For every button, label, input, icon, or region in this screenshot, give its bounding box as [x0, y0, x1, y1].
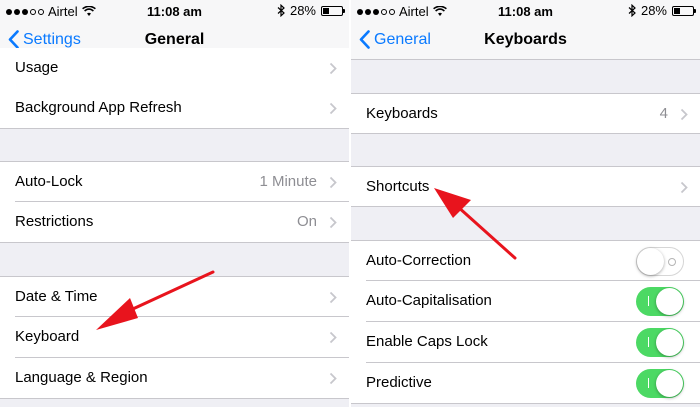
auto-capitalisation-toggle[interactable] — [636, 287, 684, 316]
row-label: Auto-Correction — [366, 252, 472, 269]
chevron-right-icon — [329, 291, 337, 304]
enable-caps-lock-toggle[interactable] — [636, 328, 684, 357]
row-label: Language & Region — [15, 369, 148, 386]
navigation-bar: General Keyboards — [351, 21, 700, 60]
row-enable-caps-lock: Enable Caps Lock — [351, 322, 700, 363]
toggle-knob — [637, 248, 664, 275]
chevron-right-icon — [680, 108, 688, 121]
chevron-right-icon — [329, 331, 337, 344]
battery-percent: 28% — [289, 3, 316, 18]
row-label: Auto-Lock — [15, 173, 83, 190]
back-button-settings[interactable]: Settings — [8, 30, 81, 49]
row-label: Usage — [15, 59, 59, 76]
status-bar: Airtel 11:08 am 28% — [0, 0, 349, 21]
general-screen: Airtel 11:08 am 28% Settings General Usa… — [0, 0, 349, 407]
row-label: Predictive — [366, 374, 432, 391]
back-chevron-icon — [8, 30, 19, 49]
chevron-right-icon — [329, 102, 337, 115]
toggle-on-mark — [648, 378, 649, 388]
row-value: 1 Minute — [259, 173, 317, 190]
back-button-general[interactable]: General — [359, 30, 431, 49]
chevron-right-icon — [329, 216, 337, 229]
row-usage[interactable]: Usage — [0, 48, 349, 89]
back-label: General — [374, 30, 431, 48]
battery-icon — [321, 5, 345, 16]
row-label: Shortcuts — [366, 178, 430, 195]
row-date-time[interactable]: Date & Time — [0, 276, 349, 317]
back-chevron-icon — [359, 30, 370, 49]
row-restrictions[interactable]: Restrictions On — [0, 202, 349, 243]
row-label: Enable Caps Lock — [366, 333, 488, 350]
row-shortcuts[interactable]: Shortcuts — [351, 166, 700, 207]
row-label: Keyboards — [366, 105, 438, 122]
toggle-on-mark — [648, 337, 649, 347]
status-bar: Airtel 11:08 am 28% — [351, 0, 700, 21]
chevron-right-icon — [329, 62, 337, 75]
back-label: Settings — [23, 30, 81, 48]
row-auto-correction: Auto-Correction — [351, 240, 700, 281]
bluetooth-icon — [628, 4, 636, 17]
chevron-right-icon — [680, 181, 688, 194]
toggle-knob — [656, 329, 683, 356]
row-label: Auto-Capitalisation — [366, 292, 492, 309]
toggle-on-mark — [648, 296, 649, 306]
row-keyboard[interactable]: Keyboard — [0, 317, 349, 358]
row-language-region[interactable]: Language & Region — [0, 358, 349, 399]
keyboards-screen: Airtel 11:08 am 28% General Keyboards Ke… — [351, 0, 700, 407]
keyboard-count: 4 — [659, 105, 668, 122]
row-value: On — [296, 213, 317, 230]
toggle-off-mark — [668, 258, 676, 266]
row-background-app-refresh[interactable]: Background App Refresh — [0, 88, 349, 129]
battery-percent: 28% — [640, 3, 667, 18]
predictive-toggle[interactable] — [636, 369, 684, 398]
row-predictive: Predictive — [351, 363, 700, 404]
row-keyboards[interactable]: Keyboards 4 — [351, 93, 700, 134]
row-label: Date & Time — [15, 288, 98, 305]
toggle-knob — [656, 370, 683, 397]
status-right-group: 28% — [277, 3, 345, 18]
bluetooth-icon — [277, 4, 285, 17]
row-label: Background App Refresh — [15, 99, 182, 116]
battery-icon — [672, 5, 696, 16]
row-auto-capitalisation: Auto-Capitalisation — [351, 281, 700, 322]
row-label: Restrictions — [15, 213, 94, 230]
auto-correction-toggle[interactable] — [636, 247, 684, 276]
row-label: Keyboard — [15, 328, 80, 345]
row-auto-lock[interactable]: Auto-Lock 1 Minute — [0, 161, 349, 202]
status-right-group: 28% — [628, 3, 696, 18]
chevron-right-icon — [329, 176, 337, 189]
toggle-knob — [656, 288, 683, 315]
chevron-right-icon — [329, 372, 337, 385]
